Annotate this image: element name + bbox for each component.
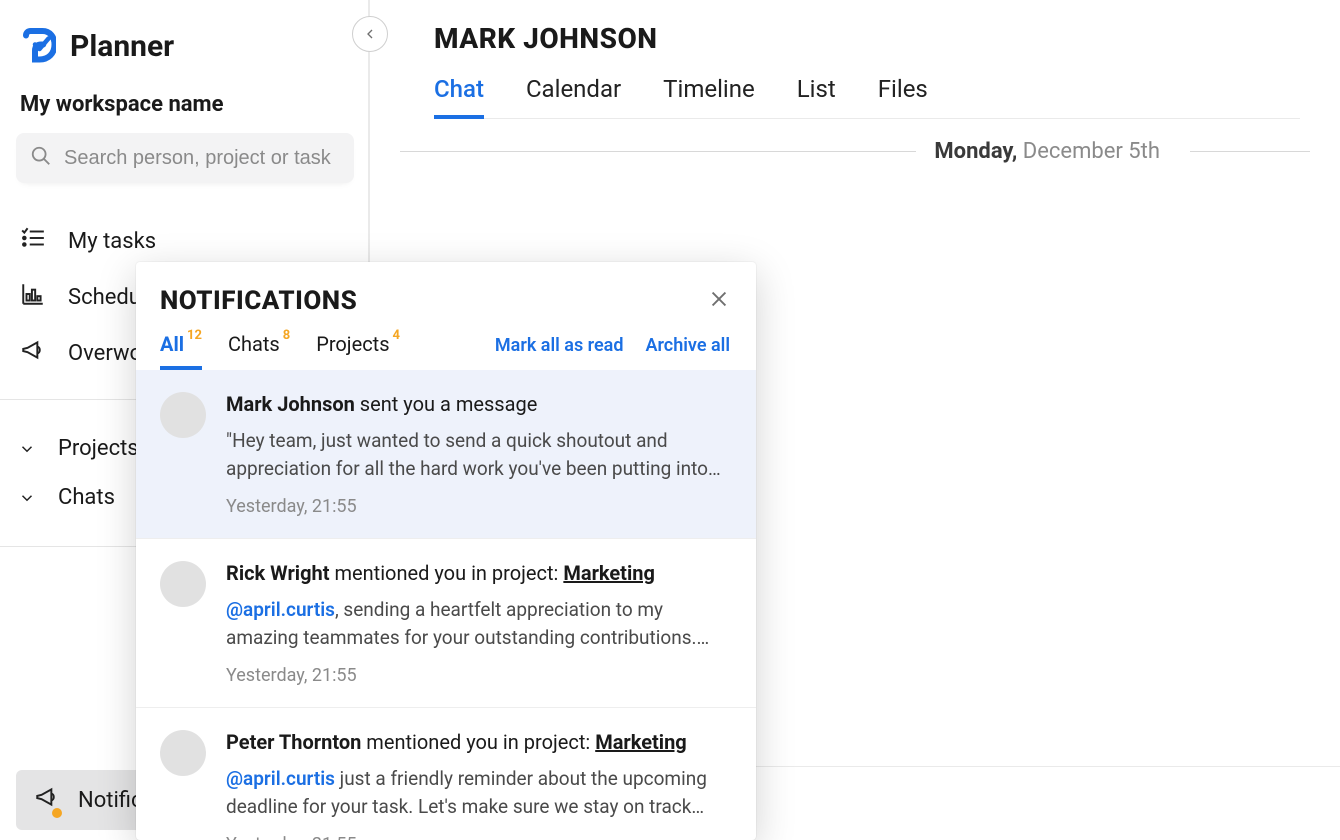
avatar bbox=[160, 730, 206, 776]
workspace-name: My workspace name bbox=[16, 92, 368, 117]
notification-body: Peter Thornton mentioned you in project:… bbox=[226, 728, 732, 840]
popover-tab-count: 8 bbox=[283, 328, 290, 343]
chart-icon bbox=[20, 281, 46, 313]
sidebar-group-label: Projects bbox=[58, 436, 139, 461]
mention-link[interactable]: @april.curtis bbox=[226, 767, 335, 790]
notification-action: mentioned you in project: bbox=[330, 561, 564, 585]
search-input[interactable] bbox=[64, 147, 340, 170]
tab-timeline[interactable]: Timeline bbox=[663, 75, 755, 118]
brand: Planner bbox=[16, 28, 368, 64]
date-day: Monday, bbox=[934, 139, 1017, 164]
megaphone-icon bbox=[20, 337, 46, 369]
notification-timestamp: Yesterday, 21:55 bbox=[226, 832, 732, 840]
notification-timestamp: Yesterday, 21:55 bbox=[226, 663, 732, 689]
page-title: MARK JOHNSON bbox=[434, 22, 1300, 55]
sidebar-item-label: My tasks bbox=[68, 229, 156, 254]
date-rest: December 5th bbox=[1017, 139, 1160, 164]
notification-message: @april.curtis, sending a heartfelt appre… bbox=[226, 596, 732, 651]
popover-title: NOTIFICATIONS bbox=[160, 286, 357, 316]
search-box[interactable] bbox=[16, 133, 354, 183]
tab-files[interactable]: Files bbox=[878, 75, 928, 118]
notification-headline: Rick Wright mentioned you in project: Ma… bbox=[226, 559, 732, 588]
sidebar-group-label: Chats bbox=[58, 485, 115, 510]
notification-project-link[interactable]: Marketing bbox=[563, 561, 655, 585]
archive-all-link[interactable]: Archive all bbox=[645, 335, 730, 356]
chevron-down-icon bbox=[16, 440, 38, 458]
avatar bbox=[160, 392, 206, 438]
mark-all-read-link[interactable]: Mark all as read bbox=[495, 335, 624, 356]
notification-item[interactable]: Peter Thornton mentioned you in project:… bbox=[136, 708, 756, 840]
notification-message: @april.curtis just a friendly reminder a… bbox=[226, 765, 732, 820]
popover-tab-label: All bbox=[160, 332, 184, 356]
notification-sender: Peter Thornton bbox=[226, 730, 361, 754]
notification-sender: Rick Wright bbox=[226, 561, 330, 585]
notification-message-text: "Hey team, just wanted to send a quick s… bbox=[226, 429, 721, 482]
notification-list[interactable]: Mark Johnson sent you a message "Hey team… bbox=[136, 370, 756, 840]
popover-tab-count: 12 bbox=[187, 328, 202, 343]
checklist-icon bbox=[20, 225, 46, 257]
tab-list[interactable]: List bbox=[797, 75, 836, 118]
notification-body: Mark Johnson sent you a message "Hey team… bbox=[226, 390, 732, 520]
brand-logo-icon bbox=[20, 28, 56, 64]
notification-dot-icon bbox=[52, 808, 62, 818]
chevron-down-icon bbox=[16, 489, 38, 507]
tab-bar: Chat Calendar Timeline List Files bbox=[434, 75, 1300, 119]
header: MARK JOHNSON Chat Calendar Timeline List… bbox=[370, 0, 1340, 119]
mention-link[interactable]: @april.curtis bbox=[226, 598, 335, 621]
notification-body: Rick Wright mentioned you in project: Ma… bbox=[226, 559, 732, 689]
popover-tabs: All 12 Chats 8 Projects 4 bbox=[160, 332, 400, 370]
notification-sender: Mark Johnson bbox=[226, 392, 355, 416]
tab-calendar[interactable]: Calendar bbox=[526, 75, 621, 118]
popover-tab-label: Projects bbox=[316, 332, 389, 356]
search-icon bbox=[30, 145, 52, 171]
notification-timestamp: Yesterday, 21:55 bbox=[226, 494, 732, 520]
popover-tab-projects[interactable]: Projects 4 bbox=[316, 332, 400, 370]
popover-tab-count: 4 bbox=[393, 328, 400, 343]
sidebar-item-my-tasks[interactable]: My tasks bbox=[16, 213, 368, 269]
notification-message: "Hey team, just wanted to send a quick s… bbox=[226, 427, 732, 482]
brand-name: Planner bbox=[70, 29, 174, 64]
notification-item[interactable]: Rick Wright mentioned you in project: Ma… bbox=[136, 539, 756, 708]
notification-headline: Mark Johnson sent you a message bbox=[226, 390, 732, 419]
popover-tab-label: Chats bbox=[228, 332, 280, 356]
notification-project-link[interactable]: Marketing bbox=[595, 730, 687, 754]
popover-tab-chats[interactable]: Chats 8 bbox=[228, 332, 290, 370]
notification-headline: Peter Thornton mentioned you in project:… bbox=[226, 728, 732, 757]
popover-tab-all[interactable]: All 12 bbox=[160, 332, 202, 370]
avatar bbox=[160, 561, 206, 607]
close-button[interactable] bbox=[708, 288, 730, 314]
tab-chat[interactable]: Chat bbox=[434, 75, 484, 119]
notifications-popover: NOTIFICATIONS All 12 Chats 8 Projects 4 bbox=[136, 262, 756, 840]
back-button[interactable] bbox=[352, 16, 388, 52]
popover-actions: Mark all as read Archive all bbox=[495, 335, 730, 356]
notification-action: sent you a message bbox=[355, 392, 538, 416]
notification-item[interactable]: Mark Johnson sent you a message "Hey team… bbox=[136, 370, 756, 539]
date-divider: Monday, December 5th bbox=[400, 139, 1310, 164]
notification-action: mentioned you in project: bbox=[361, 730, 595, 754]
